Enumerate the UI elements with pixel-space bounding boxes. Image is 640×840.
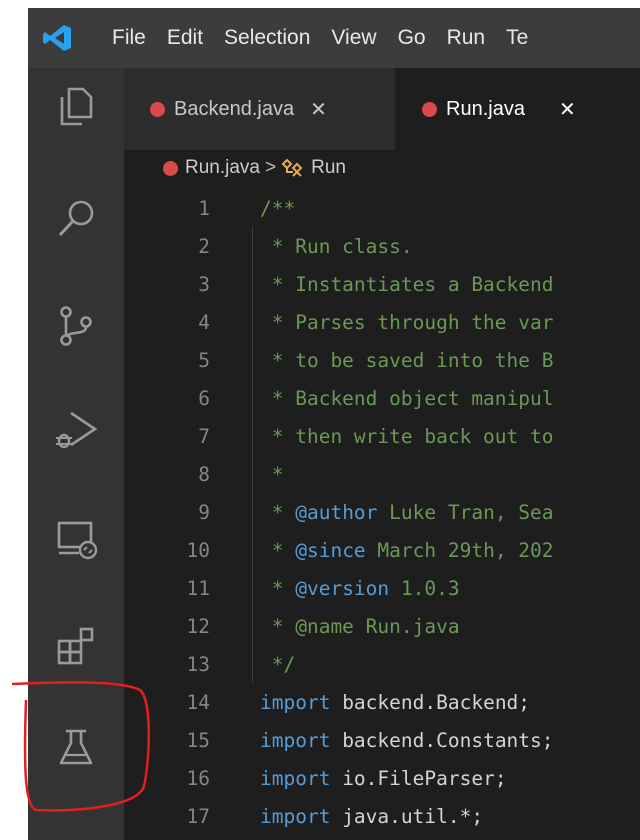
code-line: 9 * @author Luke Tran, Sea xyxy=(124,493,640,531)
remote-explorer-icon xyxy=(57,521,98,560)
activity-remote-explorer[interactable] xyxy=(28,500,124,576)
code-text: * @version 1.0.3 xyxy=(260,576,460,600)
code-text: * to be saved into the B xyxy=(260,348,554,372)
tab-label: Backend.java xyxy=(174,97,295,120)
code-text: * xyxy=(260,462,284,486)
activity-source-control[interactable] xyxy=(28,288,124,364)
line-number: 14 xyxy=(186,690,210,714)
code-line: 6 * Backend object manipul xyxy=(124,379,640,417)
close-icon[interactable]: ✕ xyxy=(310,97,327,122)
code-line: 2 * Run class. xyxy=(124,227,640,265)
code-text: */ xyxy=(260,652,296,676)
vscode-logo-icon xyxy=(43,25,71,51)
java-file-icon xyxy=(150,101,165,117)
search-icon xyxy=(58,200,94,237)
menu-go[interactable]: Go xyxy=(398,26,426,50)
tab-run-java[interactable]: Run.java ✕ xyxy=(396,68,640,150)
code-line: 3 * Instantiates a Backend xyxy=(124,265,640,303)
line-number: 13 xyxy=(186,652,210,676)
tab-label: Run.java xyxy=(446,97,525,120)
vscode-window: File Edit Selection View Go Run Te Backe… xyxy=(28,8,640,840)
menu-edit[interactable]: Edit xyxy=(167,26,203,50)
menu-terminal[interactable]: Te xyxy=(506,26,528,50)
code-line: 7 * then write back out to xyxy=(124,417,640,455)
line-number: 10 xyxy=(186,538,210,562)
testing-flask-icon xyxy=(59,729,93,765)
breadcrumb-separator: > xyxy=(265,157,277,178)
code-line: 5 * to be saved into the B xyxy=(124,341,640,379)
tab-bar: Backend.java ✕ Run.java ✕ xyxy=(124,68,640,150)
code-text: * Parses through the var xyxy=(260,310,554,334)
code-text: * Instantiates a Backend xyxy=(260,272,554,296)
menu-selection[interactable]: Selection xyxy=(224,26,310,50)
java-file-icon xyxy=(422,101,437,117)
extensions-icon xyxy=(57,627,94,665)
code-text: * @since March 29th, 202 xyxy=(260,538,554,562)
code-text: import backend.Backend; xyxy=(260,690,531,714)
title-bar: File Edit Selection View Go Run Te xyxy=(28,8,640,68)
line-number: 6 xyxy=(198,386,210,410)
run-debug-icon xyxy=(56,411,98,449)
line-number: 2 xyxy=(198,234,210,258)
breadcrumb: Run.java > Run xyxy=(163,148,346,188)
tab-backend-java[interactable]: Backend.java ✕ xyxy=(124,68,394,150)
code-line: 8 * xyxy=(124,455,640,493)
line-number: 3 xyxy=(198,272,210,296)
code-text: * Backend object manipul xyxy=(260,386,554,410)
activity-testing[interactable] xyxy=(28,710,124,786)
code-text: /** xyxy=(260,196,296,220)
close-icon[interactable]: ✕ xyxy=(559,97,576,122)
activity-search[interactable] xyxy=(28,181,124,257)
code-line: 16 import io.FileParser; xyxy=(124,759,640,797)
code-text: import io.FileParser; xyxy=(260,766,507,790)
class-symbol-icon xyxy=(281,158,303,177)
java-file-icon xyxy=(163,160,178,176)
activity-explorer[interactable] xyxy=(28,68,124,144)
menu-bar: File Edit Selection View Go Run Te xyxy=(112,8,549,68)
activity-bar xyxy=(28,68,124,840)
code-line: 15 import backend.Constants; xyxy=(124,721,640,759)
line-number: 12 xyxy=(186,614,210,638)
code-line: 11 * @version 1.0.3 xyxy=(124,569,640,607)
line-number: 9 xyxy=(198,500,210,524)
line-number: 17 xyxy=(186,804,210,828)
breadcrumb-file[interactable]: Run.java xyxy=(185,157,260,179)
menu-file[interactable]: File xyxy=(112,26,146,50)
code-line: 14 import backend.Backend; xyxy=(124,683,640,721)
breadcrumb-symbol[interactable]: Run xyxy=(311,157,346,179)
code-line: 13 */ xyxy=(124,645,640,683)
line-number: 5 xyxy=(198,348,210,372)
menu-run[interactable]: Run xyxy=(447,26,486,50)
source-control-icon xyxy=(60,306,92,346)
code-text: * Run class. xyxy=(260,234,413,258)
activity-run-debug[interactable] xyxy=(28,392,124,468)
code-text: * then write back out to xyxy=(260,424,554,448)
code-editor[interactable]: 1/** 2 * Run class. 3 * Instantiates a Bac… xyxy=(124,189,640,840)
code-line: 4 * Parses through the var xyxy=(124,303,640,341)
menu-view[interactable]: View xyxy=(331,26,376,50)
code-text: * @author Luke Tran, Sea xyxy=(260,500,554,524)
code-line: 10 * @since March 29th, 202 xyxy=(124,531,640,569)
line-number: 16 xyxy=(186,766,210,790)
code-line: 17 import java.util.*; xyxy=(124,797,640,835)
code-text: import java.util.*; xyxy=(260,804,484,828)
activity-extensions[interactable] xyxy=(28,608,124,684)
code-line: 1 /** xyxy=(124,189,640,227)
code-text: import backend.Constants; xyxy=(260,728,554,752)
line-number: 1 xyxy=(198,196,210,220)
code-text: * @name Run.java xyxy=(260,614,460,638)
line-number: 8 xyxy=(198,462,210,486)
code-line: 12 * @name Run.java xyxy=(124,607,640,645)
line-number: 11 xyxy=(186,576,210,600)
code-line: 18import backend.Sto xyxy=(124,835,640,840)
explorer-icon xyxy=(60,87,93,126)
line-number: 4 xyxy=(198,310,210,334)
line-number: 15 xyxy=(186,728,210,752)
line-number: 7 xyxy=(198,424,210,448)
